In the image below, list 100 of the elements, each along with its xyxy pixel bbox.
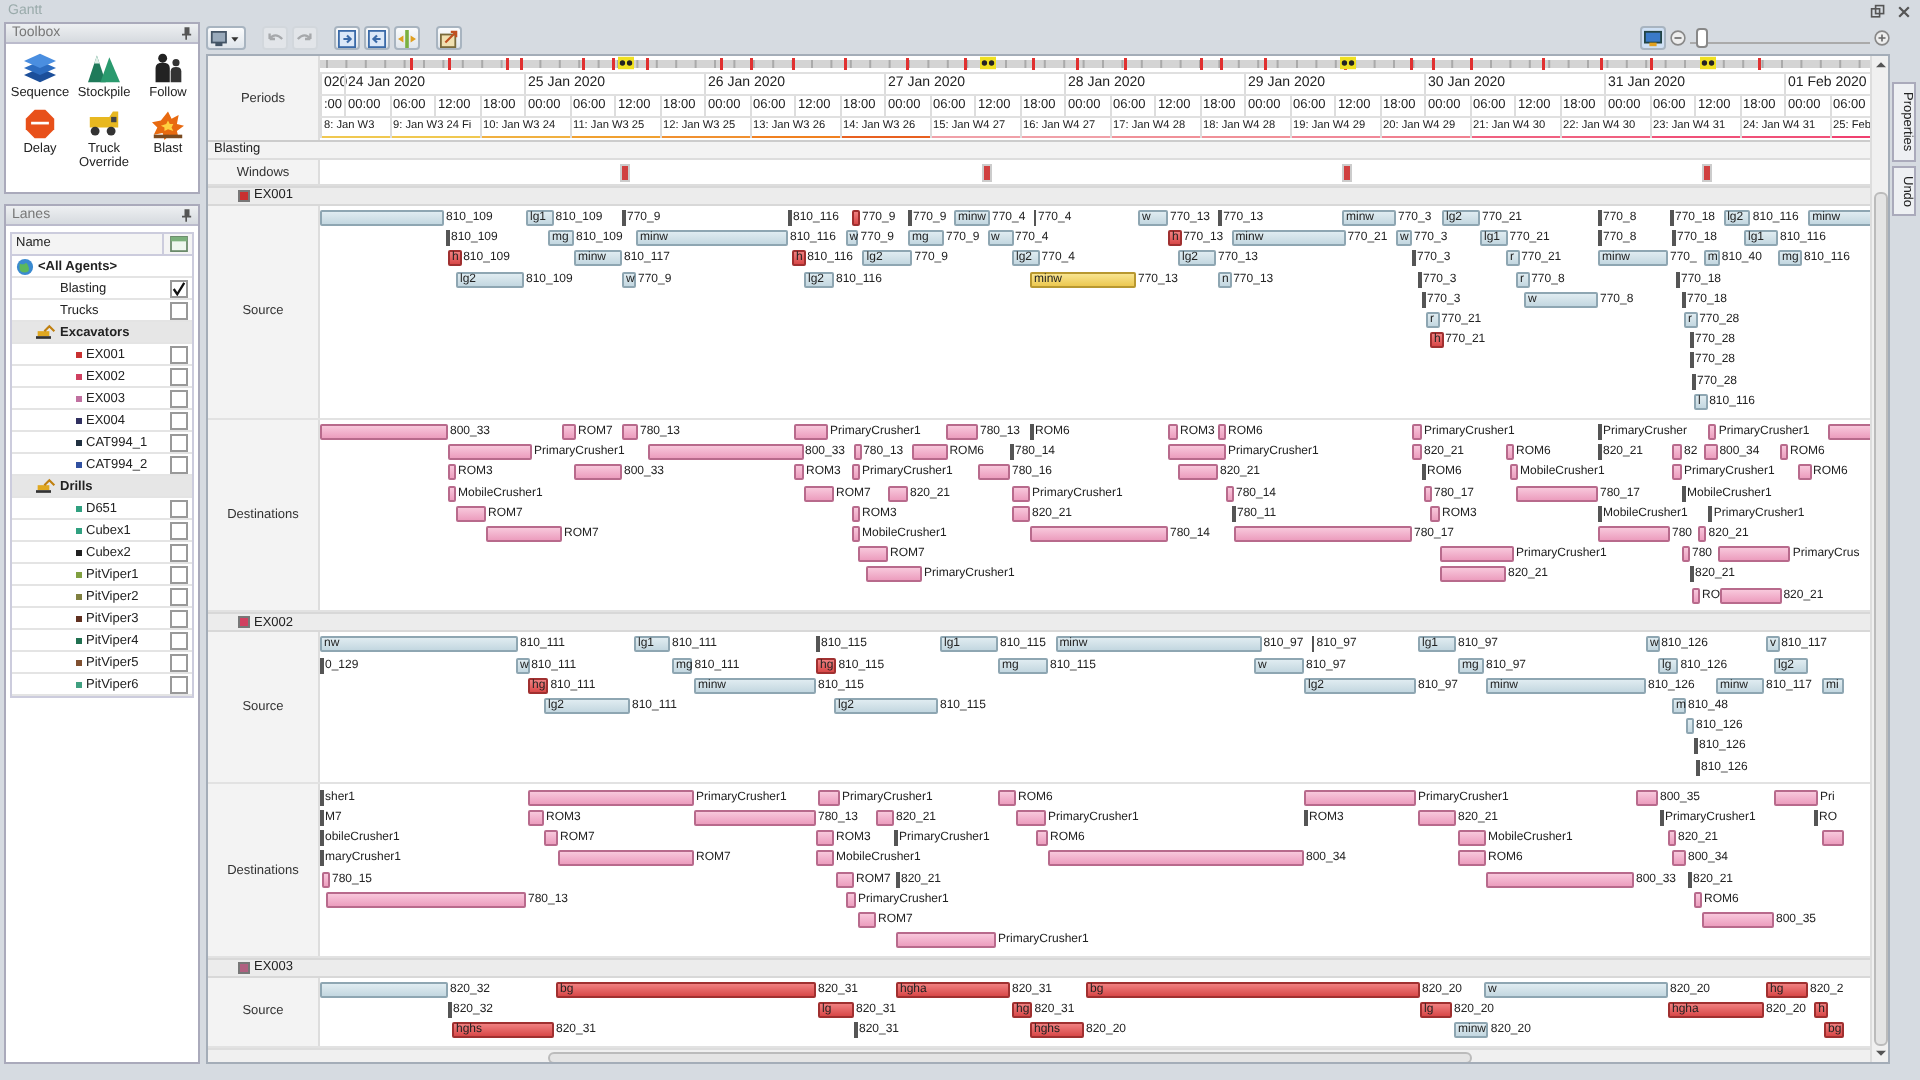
task-bar[interactable] (1672, 464, 1682, 481)
checkbox[interactable] (169, 411, 187, 429)
task-bar[interactable] (816, 850, 834, 867)
collapse-button[interactable] (364, 26, 390, 50)
task-bar[interactable] (1226, 485, 1234, 502)
task-bar[interactable] (562, 424, 576, 441)
restore-icon[interactable] (1870, 3, 1886, 19)
task-bar[interactable] (876, 810, 894, 827)
checkbox[interactable] (169, 675, 187, 693)
task-bar[interactable] (852, 464, 860, 481)
task-bar[interactable] (1694, 891, 1702, 908)
task-bar[interactable] (1822, 830, 1844, 847)
checkbox[interactable] (169, 367, 187, 385)
task-bar[interactable] (1048, 850, 1304, 867)
fit-button[interactable] (394, 26, 420, 50)
task-bar[interactable] (1672, 850, 1686, 867)
task-bar[interactable] (846, 891, 856, 908)
task-bar[interactable] (804, 485, 834, 502)
task-bar[interactable] (852, 526, 860, 543)
checkbox[interactable] (169, 301, 187, 319)
mountain-icon[interactable] (86, 52, 122, 84)
task-bar[interactable] (1458, 830, 1486, 847)
task-bar[interactable] (1672, 444, 1682, 461)
truck-icon[interactable] (86, 108, 122, 141)
task-bar[interactable] (1692, 587, 1700, 604)
task-bar[interactable] (1168, 424, 1178, 441)
checkbox[interactable] (169, 455, 187, 473)
column-chooser-icon[interactable] (169, 236, 187, 252)
task-bar[interactable] (1598, 526, 1670, 543)
task-bar[interactable] (1458, 850, 1486, 867)
zoom-out-icon[interactable] (1670, 30, 1686, 46)
task-bar[interactable] (1424, 485, 1432, 502)
view-menu-button[interactable] (206, 26, 246, 50)
task-bar[interactable] (1016, 810, 1046, 827)
vertical-scrollbar[interactable] (1870, 56, 1888, 1062)
task-bar[interactable] (486, 526, 562, 543)
task-bar[interactable] (1780, 444, 1788, 461)
checkbox[interactable] (169, 345, 187, 363)
task-bar[interactable] (528, 810, 544, 827)
task-bar[interactable] (794, 464, 804, 481)
checkbox[interactable] (169, 521, 187, 539)
task-bar[interactable] (888, 485, 908, 502)
checkbox[interactable] (169, 543, 187, 561)
task-bar[interactable] (911, 444, 948, 461)
task-bar[interactable] (1012, 485, 1030, 502)
task-bar[interactable] (1698, 526, 1707, 543)
expand-button[interactable] (334, 26, 360, 50)
blast-marker-icon[interactable] (618, 56, 634, 70)
task-bar[interactable] (1440, 546, 1514, 563)
task-bar[interactable] (1178, 464, 1218, 481)
task-bar[interactable] (852, 210, 860, 227)
checkbox[interactable] (169, 565, 187, 583)
task-bar[interactable] (816, 830, 834, 847)
task-bar[interactable] (326, 891, 526, 908)
task-bar[interactable] (1430, 505, 1440, 522)
task-bar[interactable] (852, 505, 860, 522)
blast-marker-icon[interactable] (1340, 56, 1356, 70)
task-bar[interactable] (858, 912, 876, 929)
task-bar[interactable] (818, 789, 840, 806)
task-bar[interactable] (794, 424, 828, 441)
display-button[interactable] (1640, 26, 1666, 50)
task-bar[interactable] (320, 424, 448, 441)
task-bar[interactable] (1797, 464, 1811, 481)
task-bar[interactable] (622, 424, 638, 441)
blast-marker-icon[interactable] (1700, 56, 1716, 70)
blast-window[interactable] (1342, 164, 1352, 182)
blast-window[interactable] (982, 164, 992, 182)
task-bar[interactable] (1636, 789, 1658, 806)
task-bar[interactable] (647, 444, 803, 461)
task-bar[interactable] (1036, 830, 1048, 847)
task-bar[interactable] (574, 464, 622, 481)
task-bar[interactable] (1708, 424, 1717, 441)
pin-icon[interactable] (182, 26, 192, 40)
task-bar[interactable] (866, 566, 922, 583)
scroll-up-icon[interactable] (1875, 60, 1885, 68)
task-bar[interactable] (1719, 587, 1782, 604)
task-bar[interactable] (998, 789, 1016, 806)
task-bar[interactable] (1774, 789, 1818, 806)
checkbox[interactable] (169, 279, 187, 297)
task-bar[interactable] (1682, 546, 1690, 563)
task-bar[interactable] (1418, 810, 1456, 827)
task-bar[interactable] (1668, 830, 1676, 847)
task-bar[interactable] (1030, 526, 1168, 543)
scroll-down-icon[interactable] (1875, 1050, 1885, 1058)
zoom-slider[interactable] (1690, 25, 1870, 43)
close-icon[interactable] (1896, 3, 1912, 19)
task-bar[interactable] (1486, 871, 1634, 888)
task-bar[interactable] (1412, 444, 1422, 461)
checkbox[interactable] (169, 389, 187, 407)
task-bar[interactable] (858, 546, 888, 563)
checkbox[interactable] (169, 631, 187, 649)
task-bar[interactable] (1012, 505, 1030, 522)
task-bar[interactable] (946, 424, 978, 441)
task-bar[interactable] (448, 444, 532, 461)
blast-marker-icon[interactable] (980, 56, 996, 70)
explosion-icon[interactable] (150, 108, 186, 141)
checkbox[interactable] (169, 609, 187, 627)
checkbox[interactable] (169, 433, 187, 451)
people-icon[interactable] (150, 52, 186, 84)
checkbox[interactable] (169, 653, 187, 671)
